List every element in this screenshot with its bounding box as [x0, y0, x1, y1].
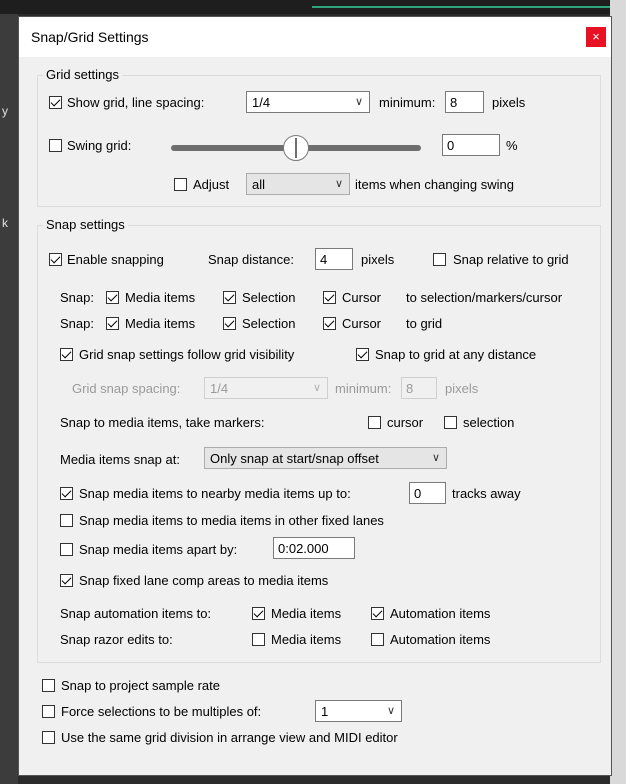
- snap-grid-media-items-checkbox[interactable]: [106, 317, 119, 330]
- chevron-down-icon: ∨: [354, 96, 363, 108]
- snap-nearby-suffix: tracks away: [452, 486, 521, 501]
- automation-media-items-label: Media items: [271, 606, 342, 621]
- media-snap-at-label: Media items snap at:: [60, 452, 180, 467]
- swing-grid-checkbox[interactable]: [49, 139, 62, 152]
- host-track-label: y: [2, 104, 8, 118]
- force-multiples-checkbox[interactable]: [42, 705, 55, 718]
- snap-any-distance-label: Snap to grid at any distance: [375, 347, 537, 362]
- snap-grid-selection-label: Selection: [242, 316, 296, 331]
- snap-razor-label: Snap razor edits to:: [60, 632, 173, 647]
- snap-apart-checkbox[interactable]: [60, 543, 73, 556]
- host-app-right-panel: [610, 0, 626, 784]
- chevron-down-icon: ∨: [386, 705, 395, 717]
- enable-snapping-label: Enable snapping: [67, 252, 164, 267]
- automation-automation-items-label: Automation items: [390, 606, 491, 621]
- snap-relative-checkbox[interactable]: [433, 253, 446, 266]
- snap-nearby-input[interactable]: 0: [409, 482, 446, 504]
- razor-media-items-checkbox[interactable]: [252, 633, 265, 646]
- grid-snap-minimum-input[interactable]: 8: [401, 377, 437, 399]
- snap-cursor-checkbox[interactable]: [323, 291, 336, 304]
- snap-row1-suffix: to selection/markers/cursor: [406, 290, 563, 305]
- snap-comp-areas-label: Snap fixed lane comp areas to media item…: [79, 573, 329, 588]
- snap-distance-unit: pixels: [361, 252, 395, 267]
- snap-distance-input[interactable]: 4: [315, 248, 353, 270]
- snap-selection-checkbox[interactable]: [223, 291, 236, 304]
- force-multiples-select[interactable]: 1 ∨: [315, 700, 402, 722]
- swing-slider-handle[interactable]: [283, 135, 309, 161]
- take-markers-selection-checkbox[interactable]: [444, 416, 457, 429]
- snap-grid-cursor-checkbox[interactable]: [323, 317, 336, 330]
- snap-comp-areas-checkbox[interactable]: [60, 574, 73, 587]
- dialog-titlebar: Snap/Grid Settings ×: [19, 17, 611, 57]
- snap-apart-input[interactable]: 0:02.000: [273, 537, 355, 559]
- media-snap-at-select[interactable]: Only snap at start/snap offset ∨: [204, 447, 447, 469]
- chevron-down-icon: ∨: [431, 452, 440, 464]
- take-markers-label: Snap to media items, take markers:: [60, 415, 265, 430]
- snap-row2-prefix: Snap:: [60, 316, 94, 331]
- follow-grid-visibility-label: Grid snap settings follow grid visibilit…: [79, 347, 295, 362]
- snap-media-items-label: Media items: [125, 290, 196, 305]
- adjust-label: Adjust: [193, 177, 230, 192]
- snap-relative-label: Snap relative to grid: [453, 252, 569, 267]
- snap-fixed-lanes-label: Snap media items to media items in other…: [79, 513, 384, 528]
- adjust-checkbox[interactable]: [174, 178, 187, 191]
- adjust-items-select[interactable]: all ∨: [246, 173, 350, 195]
- grid-minimum-input[interactable]: 8: [445, 91, 484, 113]
- grid-snap-spacing-select[interactable]: 1/4 ∨: [204, 377, 328, 399]
- razor-media-items-label: Media items: [271, 632, 342, 647]
- chevron-down-icon: ∨: [334, 178, 343, 190]
- force-multiples-label: Force selections to be multiples of:: [61, 704, 262, 719]
- snap-fixed-lanes-checkbox[interactable]: [60, 514, 73, 527]
- snap-sample-rate-label: Snap to project sample rate: [61, 678, 220, 693]
- snap-settings-legend: Snap settings: [43, 217, 128, 232]
- swing-unit: %: [506, 138, 518, 153]
- snap-sample-rate-checkbox[interactable]: [42, 679, 55, 692]
- snap-nearby-checkbox[interactable]: [60, 487, 73, 500]
- snap-cursor-label: Cursor: [342, 290, 382, 305]
- chevron-down-icon: ∨: [312, 382, 321, 394]
- snap-distance-label: Snap distance:: [208, 252, 295, 267]
- automation-automation-items-checkbox[interactable]: [371, 607, 384, 620]
- automation-media-items-checkbox[interactable]: [252, 607, 265, 620]
- host-app-track-panel: [0, 14, 18, 784]
- same-grid-division-label: Use the same grid division in arrange vi…: [61, 730, 398, 745]
- snap-grid-cursor-label: Cursor: [342, 316, 382, 331]
- snap-row1-prefix: Snap:: [60, 290, 94, 305]
- same-grid-division-checkbox[interactable]: [42, 731, 55, 744]
- take-markers-cursor-label: cursor: [387, 415, 424, 430]
- show-grid-checkbox[interactable]: [49, 96, 62, 109]
- snap-any-distance-checkbox[interactable]: [356, 348, 369, 361]
- snap-row2-suffix: to grid: [406, 316, 443, 331]
- enable-snapping-checkbox[interactable]: [49, 253, 62, 266]
- take-markers-selection-label: selection: [463, 415, 515, 430]
- close-button[interactable]: ×: [586, 27, 606, 47]
- grid-settings-legend: Grid settings: [43, 67, 122, 82]
- grid-minimum-unit: pixels: [492, 95, 526, 110]
- show-grid-label: Show grid, line spacing:: [67, 95, 205, 110]
- snap-selection-label: Selection: [242, 290, 296, 305]
- take-markers-cursor-checkbox[interactable]: [368, 416, 381, 429]
- grid-spacing-select[interactable]: 1/4 ∨: [246, 91, 370, 113]
- snap-grid-settings-dialog: Snap/Grid Settings × Grid settings Show …: [18, 16, 612, 776]
- grid-minimum-label: minimum:: [379, 95, 436, 110]
- grid-snap-spacing-label: Grid snap spacing:: [72, 381, 181, 396]
- razor-automation-items-checkbox[interactable]: [371, 633, 384, 646]
- snap-media-items-checkbox[interactable]: [106, 291, 119, 304]
- snap-nearby-label: Snap media items to nearby media items u…: [79, 486, 351, 501]
- razor-automation-items-label: Automation items: [390, 632, 491, 647]
- swing-value-input[interactable]: 0: [442, 134, 500, 156]
- host-app-timeline-line: [312, 6, 612, 8]
- grid-snap-minimum-label: minimum:: [335, 381, 392, 396]
- host-track-label: k: [2, 216, 8, 230]
- snap-apart-label: Snap media items apart by:: [79, 542, 238, 557]
- follow-grid-visibility-checkbox[interactable]: [60, 348, 73, 361]
- snap-grid-selection-checkbox[interactable]: [223, 317, 236, 330]
- dialog-title: Snap/Grid Settings: [31, 29, 149, 45]
- swing-grid-label: Swing grid:: [67, 138, 132, 153]
- snap-grid-media-items-label: Media items: [125, 316, 196, 331]
- adjust-suffix: items when changing swing: [355, 177, 514, 192]
- snap-automation-label: Snap automation items to:: [60, 606, 212, 621]
- grid-snap-minimum-unit: pixels: [445, 381, 479, 396]
